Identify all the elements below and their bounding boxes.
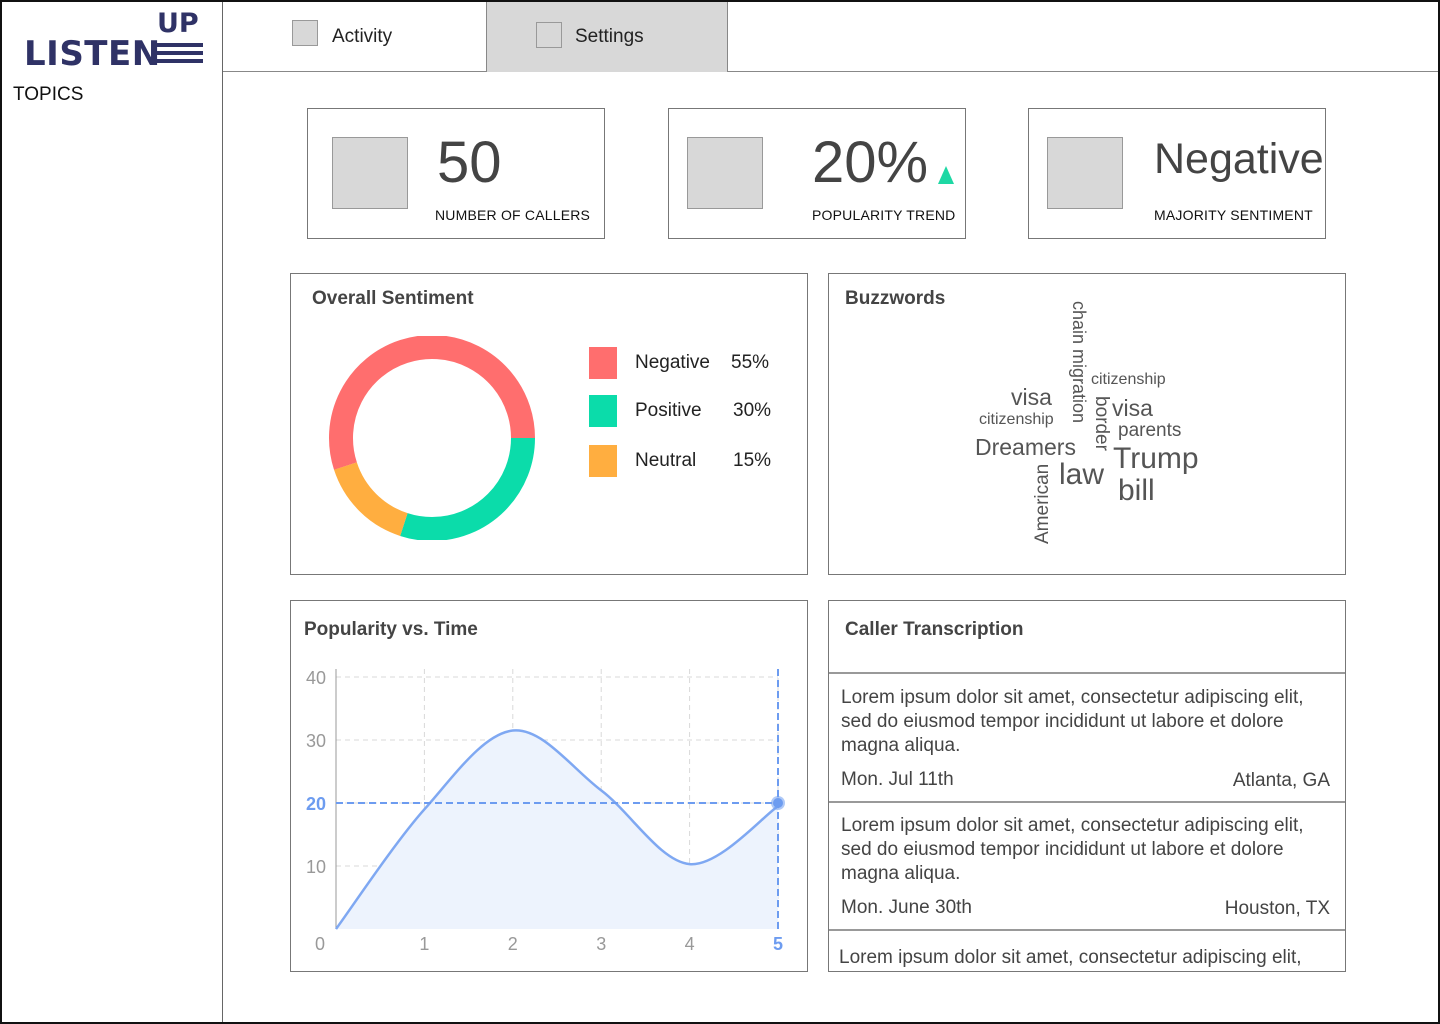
positive-swatch <box>589 395 617 427</box>
tab-activity-label: Activity <box>332 26 393 47</box>
legend-percent: 55% <box>731 352 770 373</box>
logo-accent: UP <box>157 8 199 39</box>
x-tick-label: 3 <box>596 934 606 954</box>
transcription-date: Mon. Jul 11th <box>841 769 954 790</box>
buzzword[interactable]: border <box>1091 396 1112 451</box>
transcription-date: Mon. June 30th <box>841 897 972 918</box>
tab-bar: Activity Settings <box>223 2 1438 72</box>
tab-settings-label: Settings <box>575 26 644 47</box>
negative-swatch <box>589 347 617 379</box>
highlight-point[interactable] <box>773 798 783 808</box>
buzzword[interactable]: citizenship <box>1091 372 1166 388</box>
buzzword[interactable]: American <box>1032 464 1053 544</box>
callers-value: 50 <box>437 130 502 195</box>
transcription-title: Caller Transcription <box>845 619 1024 640</box>
topics-heading[interactable]: TOPICS <box>13 84 83 106</box>
buzzword[interactable]: chain migration <box>1069 301 1089 423</box>
x-tick-label: 5 <box>773 934 783 954</box>
buzzword[interactable]: visa <box>1112 397 1153 420</box>
y-tick-label: 10 <box>306 857 326 877</box>
area-fill <box>336 730 778 929</box>
trend-caption: POPULARITY TREND <box>812 207 956 223</box>
x-tick-label: 0 <box>315 934 325 954</box>
x-tick-label: 2 <box>508 934 518 954</box>
x-tick-label: 1 <box>419 934 429 954</box>
legend-label: Negative <box>635 352 710 373</box>
callers-caption: NUMBER OF CALLERS <box>435 207 591 223</box>
transcription-location: Atlanta, GA <box>1232 770 1330 791</box>
sentiment-donut-chart <box>329 336 535 540</box>
trend-up-arrow-icon <box>938 166 954 184</box>
tab-settings[interactable]: Settings <box>486 2 728 72</box>
transcription-header: Caller Transcription <box>829 601 1345 674</box>
transcription-entry[interactable]: Lorem ipsum dolor sit amet, consectetur … <box>829 932 1345 971</box>
tab-activity[interactable]: Activity <box>223 2 486 72</box>
listenup-logo[interactable]: LISTEN UP <box>24 8 209 74</box>
y-tick-label: 20 <box>306 794 326 814</box>
legend-percent: 15% <box>733 450 772 471</box>
buzzword[interactable]: Trump <box>1113 444 1199 474</box>
transcription-location: Houston, TX <box>1224 898 1330 919</box>
logo-bar <box>154 51 203 55</box>
transcription-text: Lorem ipsum dolor sit amet, consectetur … <box>841 815 1304 884</box>
sentiment-value: Negative <box>1154 135 1324 183</box>
y-tick-label: 40 <box>306 668 326 688</box>
popularity-line-chart: 10 20 30 40 0 1 2 3 4 5 <box>306 668 785 954</box>
trend-icon <box>687 137 763 209</box>
buzzword[interactable]: citizenship <box>979 412 1054 428</box>
transcription-text: Lorem ipsum dolor sit amet, consectetur … <box>841 687 1304 756</box>
legend-label: Positive <box>635 400 702 421</box>
settings-icon <box>536 22 562 48</box>
overall-sentiment-title: Overall Sentiment <box>312 288 474 309</box>
transcription-entry[interactable]: Lorem ipsum dolor sit amet, consectetur … <box>829 804 1345 931</box>
buzzword[interactable]: parents <box>1118 421 1181 440</box>
buzzword[interactable]: law <box>1059 460 1104 490</box>
transcription-card: Caller Transcription Lorem ipsum dolor s… <box>828 600 1346 972</box>
trend-value: 20% <box>812 130 929 195</box>
stat-card-callers: 50 NUMBER OF CALLERS <box>307 108 605 239</box>
x-tick-label: 4 <box>685 934 695 954</box>
y-tick-label: 30 <box>306 731 326 751</box>
stat-card-sentiment: Negative MAJORITY SENTIMENT <box>1028 108 1326 239</box>
legend-label: Neutral <box>635 450 697 471</box>
popularity-card: Popularity vs. Time 10 20 30 40 0 1 2 3 4 5 <box>290 600 808 972</box>
sentiment-caption: MAJORITY SENTIMENT <box>1154 207 1313 223</box>
activity-icon <box>292 20 318 46</box>
buzzword[interactable]: bill <box>1118 476 1155 506</box>
transcription-text: Lorem ipsum dolor sit amet, consectetur … <box>839 947 1302 968</box>
transcription-entry[interactable]: Lorem ipsum dolor sit amet, consectetur … <box>829 676 1345 803</box>
buzzwords-card: Buzzwords chain migration citizenship vi… <box>828 273 1346 575</box>
logo-bar <box>154 43 203 47</box>
neutral-swatch <box>589 445 617 477</box>
sidebar: LISTEN UP TOPICS <box>2 2 223 1022</box>
buzzword[interactable]: visa <box>1011 386 1052 409</box>
logo-bar <box>154 59 203 63</box>
buzzword[interactable]: Dreamers <box>975 436 1076 459</box>
logo-word: LISTEN <box>24 34 161 74</box>
callers-icon <box>332 137 408 209</box>
legend-percent: 30% <box>733 400 772 421</box>
buzzwords-title: Buzzwords <box>845 288 946 309</box>
sentiment-icon <box>1047 137 1123 209</box>
stat-card-trend: 20% POPULARITY TREND <box>668 108 966 239</box>
overall-sentiment-card: Overall Sentiment Negative 55% Positive … <box>290 273 808 575</box>
